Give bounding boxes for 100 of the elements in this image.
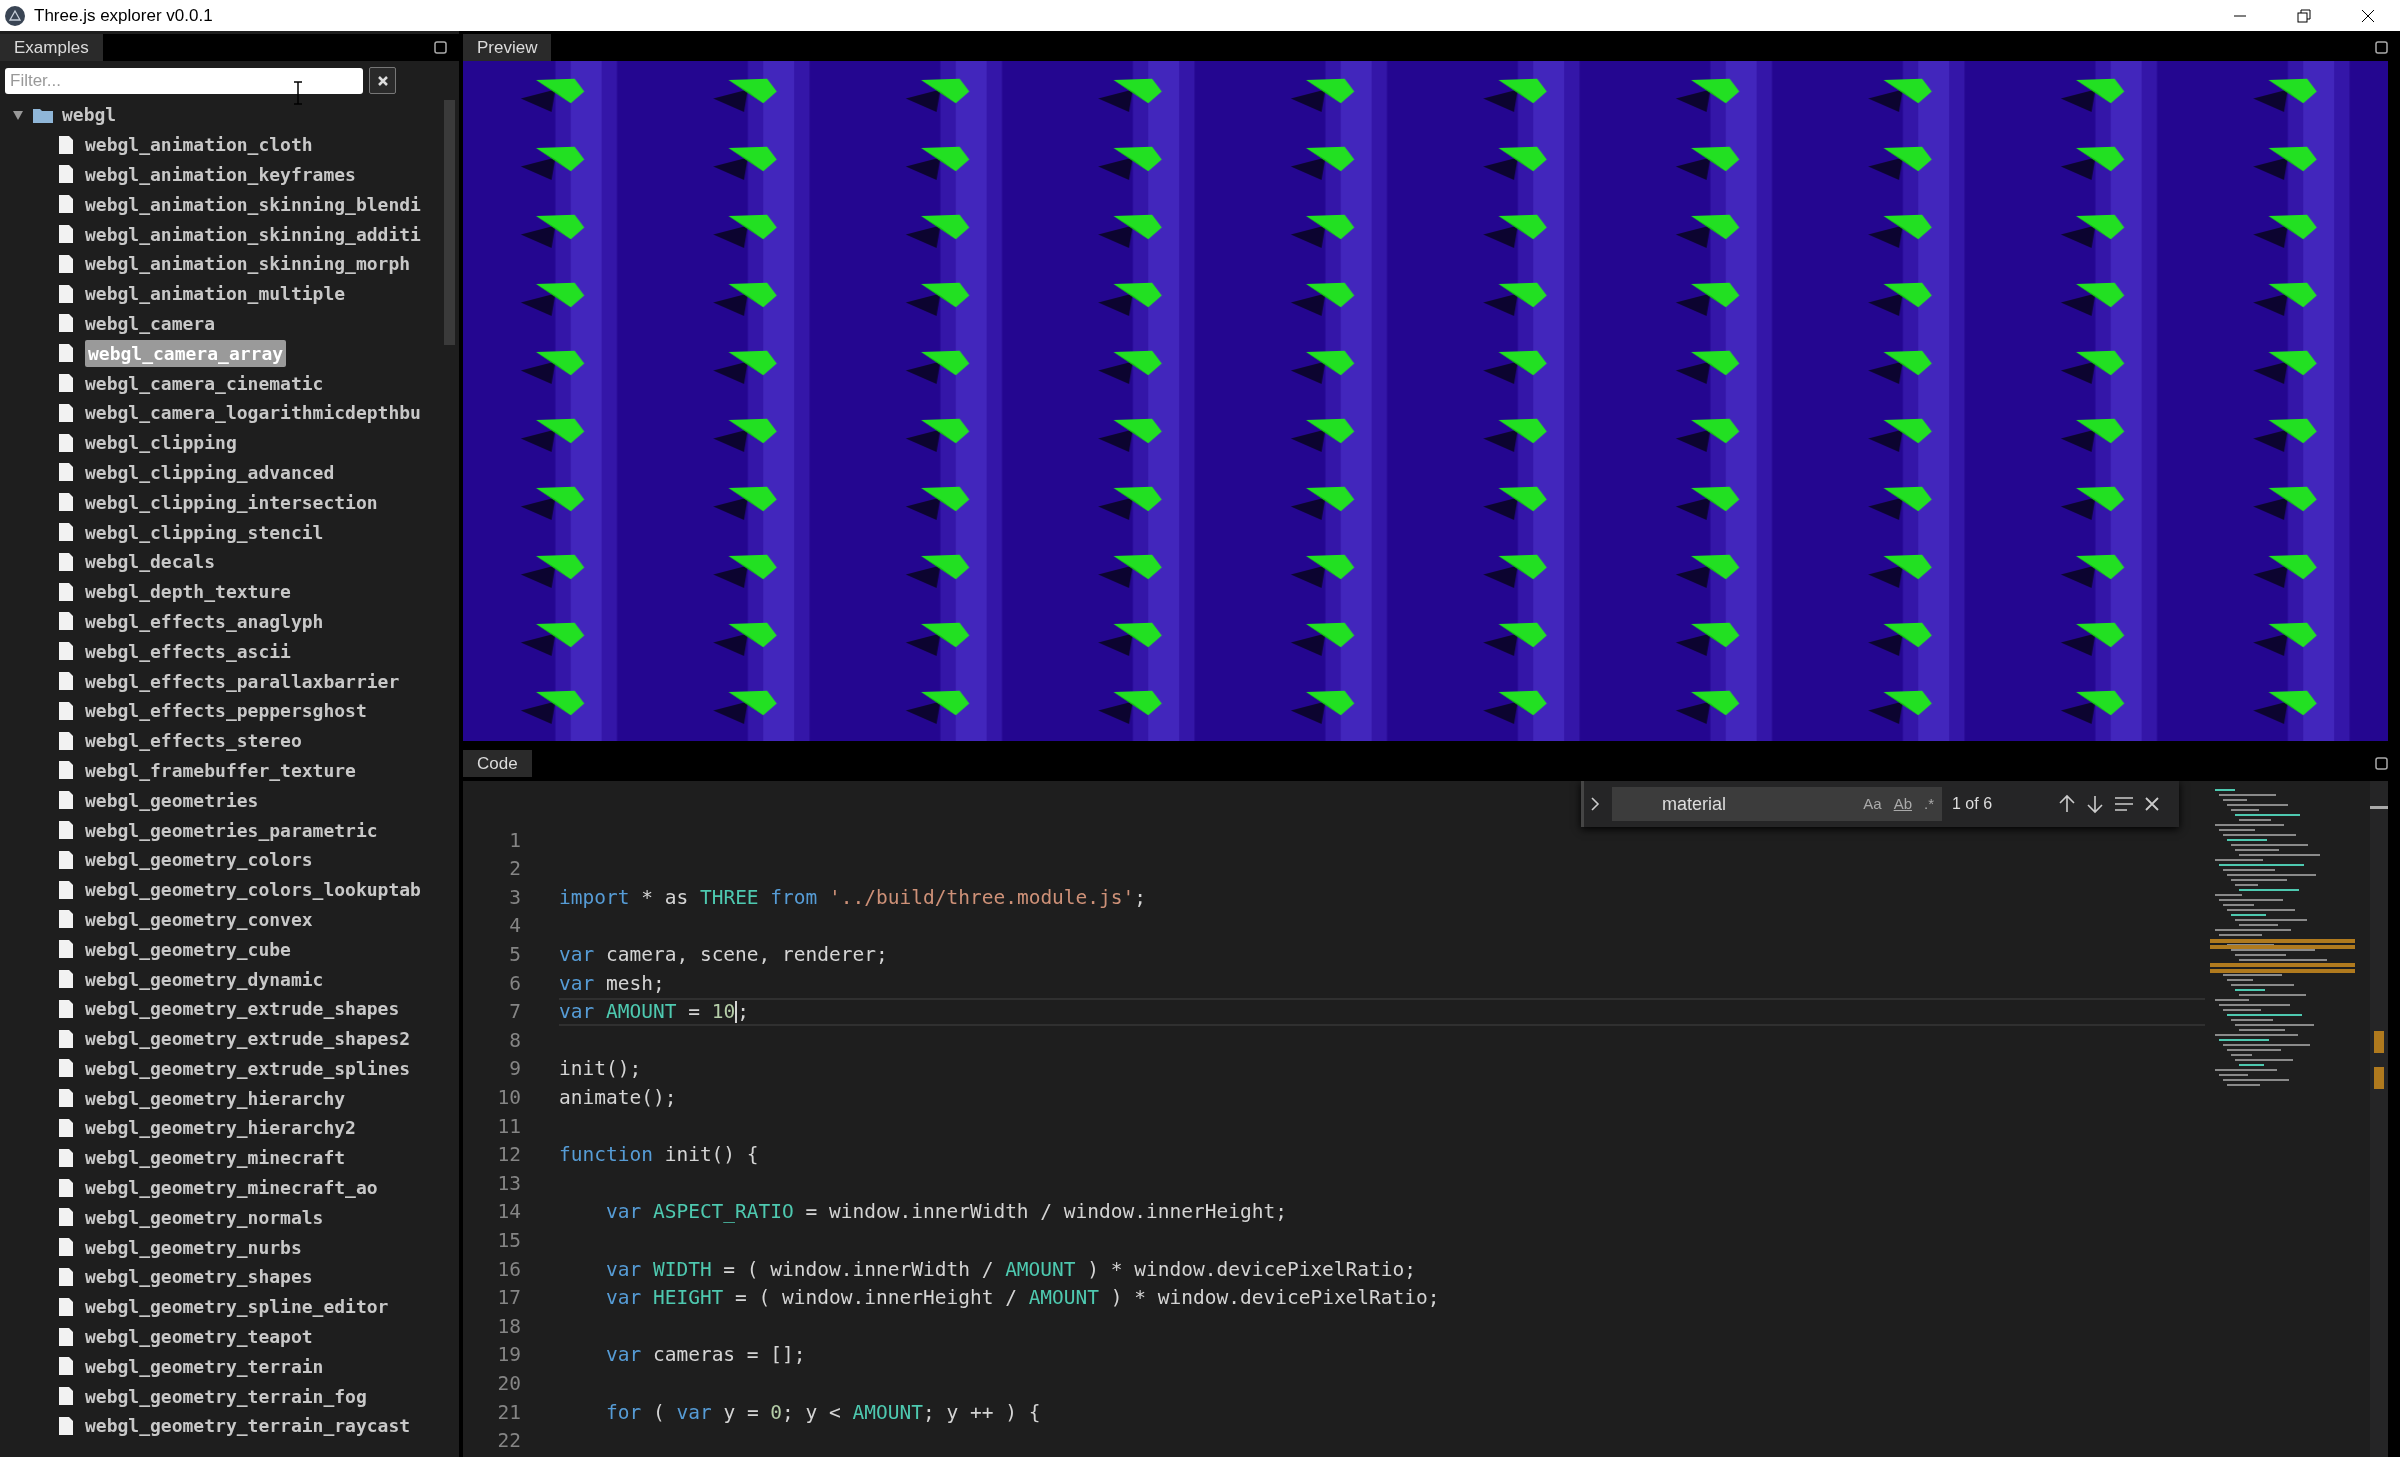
file-icon: [58, 1266, 74, 1287]
tree-item[interactable]: webgl_animation_skinning_morph: [85, 250, 411, 278]
tree-item[interactable]: webgl_geometry_minecraft: [85, 1144, 346, 1172]
tree-item[interactable]: webgl_geometry_minecraft_ao: [85, 1174, 378, 1202]
maximize-icon[interactable]: [434, 41, 447, 54]
line-number: 16: [496, 1256, 521, 1283]
file-icon: [58, 1296, 74, 1317]
tree-item[interactable]: webgl_camera_cinematic: [85, 369, 324, 397]
line-number: 10: [496, 1085, 521, 1111]
file-icon: [58, 1207, 74, 1228]
tree-item[interactable]: webgl_geometry_dynamic: [85, 965, 324, 993]
tree-item[interactable]: webgl_geometry_terrain: [85, 1352, 324, 1380]
panel-tab[interactable]: Examples: [0, 34, 103, 61]
tree-item[interactable]: webgl_animation_skinning_additi: [85, 220, 421, 248]
tree-item[interactable]: webgl_effects_stereo: [85, 727, 302, 755]
expand-triangle-icon[interactable]: [12, 108, 24, 121]
code-line: var camera, scene, renderer;: [559, 942, 888, 969]
line-number: 14: [496, 1199, 521, 1226]
tree-item[interactable]: webgl_geometry_convex: [85, 905, 313, 933]
scrollbar-thumb[interactable]: [444, 100, 455, 345]
file-icon: [58, 969, 74, 989]
tree-item[interactable]: webgl_camera: [85, 309, 216, 337]
close-icon[interactable]: [2144, 796, 2160, 812]
tree-item[interactable]: webgl_geometry_shapes: [85, 1263, 313, 1291]
expand-chevron-icon[interactable]: [1588, 796, 1602, 812]
tree-item[interactable]: webgl_geometry_colors_lookuptab: [85, 876, 421, 904]
code-line: var WIDTH = ( window.innerWidth / AMOUNT ) * window.devicePixelRatio;: [604, 1256, 1417, 1283]
file-icon: [58, 611, 74, 632]
tree-item[interactable]: webgl_depth_texture: [85, 578, 291, 606]
restore-icon: [2297, 8, 2311, 23]
line-number: 1: [508, 827, 521, 854]
close-icon: [376, 74, 389, 87]
tree-item[interactable]: webgl_clipping_intersection: [85, 488, 378, 516]
file-icon: [58, 551, 74, 572]
tree-item[interactable]: webgl_animation_cloth: [85, 131, 313, 159]
file-icon: [58, 641, 74, 662]
tree-item[interactable]: webgl_geometries: [85, 786, 259, 814]
file-icon: [58, 879, 74, 900]
tree-item[interactable]: webgl_effects_anaglyph: [85, 607, 324, 635]
file-icon: [58, 253, 74, 274]
tree-item[interactable]: webgl_framebuffer_texture: [85, 756, 356, 784]
tree-item[interactable]: webgl_decals: [85, 548, 216, 576]
app-logo-icon: [4, 4, 26, 27]
find-option-toggle[interactable]: Aa: [1861, 792, 1884, 816]
file-icon: [58, 671, 74, 692]
file-icon: [58, 283, 74, 304]
find-field[interactable]: material Aa Ab .*: [1612, 787, 1942, 821]
line-number: 9: [508, 1056, 521, 1083]
file-icon: [58, 343, 74, 364]
tree-item[interactable]: webgl_geometry_nurbs: [85, 1233, 302, 1261]
file-icon: [58, 581, 74, 602]
arrow-down-icon[interactable]: [2086, 794, 2104, 814]
tree-item[interactable]: webgl_effects_parallaxbarrier: [85, 667, 400, 695]
maximize-icon[interactable]: [2375, 41, 2388, 54]
editor-scrollbar[interactable]: [2370, 781, 2388, 1457]
tree-item[interactable]: webgl_geometry_extrude_shapes: [85, 995, 400, 1023]
file-icon: [58, 373, 74, 394]
tree-item[interactable]: webgl_geometry_hierarchy2: [85, 1114, 356, 1142]
tree-item[interactable]: webgl_animation_skinning_blendi: [85, 190, 421, 218]
panel-tab[interactable]: Preview: [463, 34, 552, 61]
tree-item[interactable]: webgl_clipping: [85, 429, 237, 457]
panel-tab[interactable]: Code: [463, 750, 532, 777]
tree-item[interactable]: webgl_geometry_terrain_fog: [85, 1382, 367, 1410]
file-icon: [58, 1237, 74, 1258]
tree-item[interactable]: webgl_geometry_terrain_raycast: [85, 1412, 411, 1440]
line-number: 6: [508, 970, 521, 997]
tree-item[interactable]: webgl_animation_keyframes: [85, 161, 356, 188]
tree-item[interactable]: webgl_geometry_extrude_shapes2: [85, 1025, 411, 1053]
tree-item[interactable]: webgl_geometry_normals: [85, 1203, 324, 1231]
lines-icon[interactable]: [2114, 796, 2134, 812]
clear-filter-button[interactable]: [369, 67, 396, 94]
tree-item[interactable]: webgl_animation_multiple: [85, 280, 346, 308]
tree-item[interactable]: webgl_geometry_teapot: [85, 1323, 313, 1351]
find-option-toggle[interactable]: Ab: [1891, 792, 1914, 816]
code-line: animate();: [559, 1085, 677, 1111]
tree-item[interactable]: webgl_geometry_extrude_splines: [85, 1054, 411, 1082]
file-icon: [58, 462, 74, 483]
file-icon: [58, 134, 74, 155]
tree-item[interactable]: webgl_effects_ascii: [85, 637, 291, 665]
tree-item[interactable]: webgl_geometries_parametric: [85, 816, 378, 844]
tree-item[interactable]: webgl_geometry_colors: [85, 846, 313, 874]
tree-item[interactable]: webgl_clipping_stencil: [85, 518, 324, 546]
arrow-up-icon[interactable]: [2058, 794, 2076, 814]
tree-item[interactable]: webgl_camera_logarithmicdepthbu: [85, 399, 421, 427]
tree-item[interactable]: webgl_geometry_spline_editor: [85, 1293, 389, 1321]
line-number: 4: [508, 913, 521, 940]
file-icon: [58, 522, 74, 543]
tree-item[interactable]: webgl: [62, 101, 117, 129]
filter-field[interactable]: Filter...: [5, 67, 363, 94]
file-icon: [58, 402, 74, 423]
line-number: 7: [508, 999, 521, 1026]
tree-item[interactable]: webgl_clipping_advanced: [85, 458, 335, 486]
line-number: 19: [496, 1342, 521, 1369]
find-option-toggle[interactable]: .*: [1922, 792, 1936, 816]
file-icon: [58, 939, 74, 960]
maximize-icon[interactable]: [2375, 757, 2388, 770]
tree-item[interactable]: webgl_geometry_cube: [85, 935, 291, 963]
tree-item[interactable]: webgl_effects_peppersghost: [85, 697, 367, 725]
tree-item[interactable]: webgl_geometry_hierarchy: [85, 1084, 346, 1112]
file-icon: [58, 730, 74, 751]
